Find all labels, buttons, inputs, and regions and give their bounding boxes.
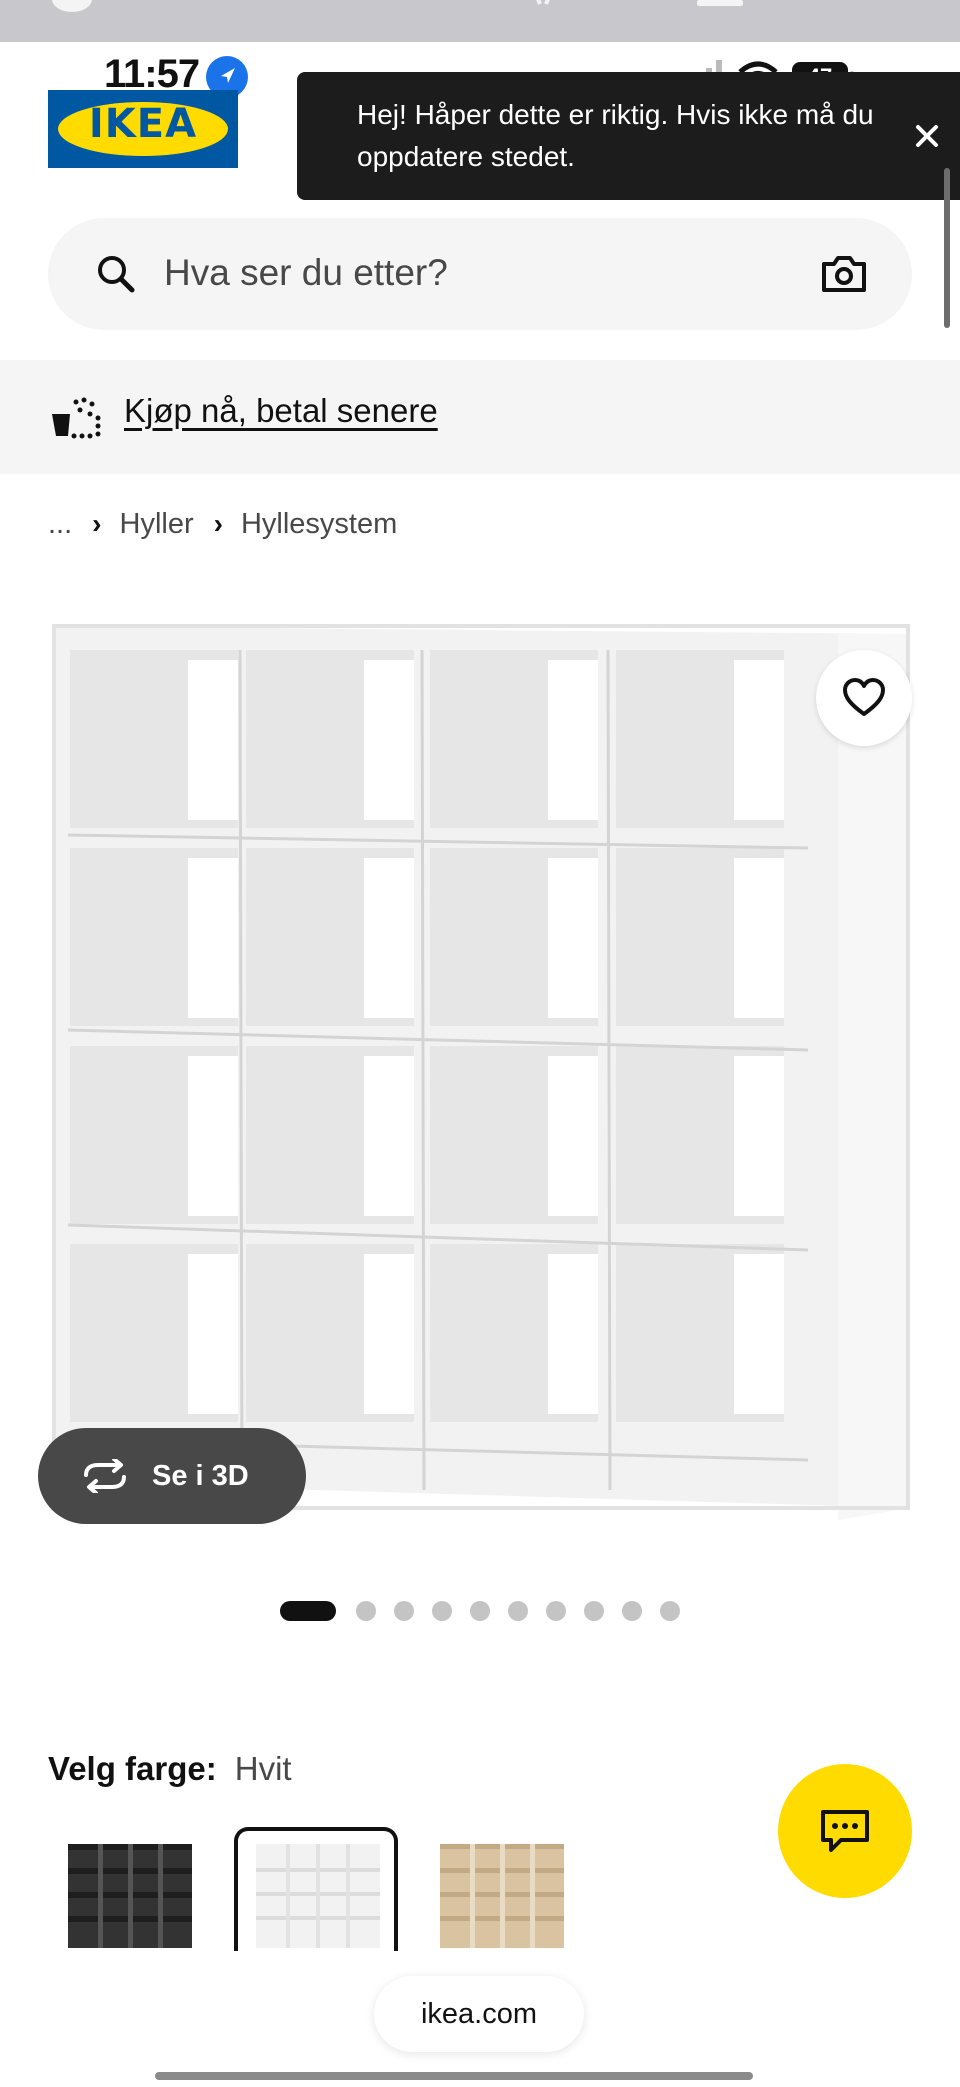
location-toast: Hej! Håper dette er riktig. Hvis ikke må… bbox=[297, 72, 960, 200]
carousel-dot[interactable] bbox=[432, 1601, 452, 1621]
rotate-3d-icon bbox=[84, 1459, 126, 1493]
view-3d-button[interactable]: Se i 3D bbox=[38, 1428, 306, 1524]
carousel-dot[interactable] bbox=[546, 1601, 566, 1621]
breadcrumb-hyllesystem[interactable]: Hyllesystem bbox=[241, 508, 397, 541]
browser-toolbar-strip bbox=[0, 0, 960, 42]
swatch-selected-frame bbox=[234, 1827, 398, 1951]
chevron-right-icon: › bbox=[92, 508, 102, 539]
heart-icon bbox=[843, 678, 885, 716]
swatch-black[interactable] bbox=[60, 1830, 226, 1948]
carousel-indicator bbox=[280, 1600, 698, 1622]
swatch-oak[interactable] bbox=[432, 1830, 598, 1948]
breadcrumb-hyller[interactable]: Hyller bbox=[120, 508, 194, 541]
camera-icon[interactable] bbox=[820, 250, 868, 298]
carousel-dot[interactable] bbox=[660, 1601, 680, 1621]
close-icon[interactable] bbox=[907, 116, 947, 156]
search-icon[interactable] bbox=[92, 250, 140, 298]
carousel-dot[interactable] bbox=[356, 1601, 376, 1621]
search-bar[interactable]: Hva ser du etter? bbox=[48, 218, 912, 330]
selected-color: Hvit bbox=[234, 1750, 292, 1787]
toast-message: Hej! Håper dette er riktig. Hvis ikke må… bbox=[357, 99, 874, 172]
carousel-dot[interactable] bbox=[584, 1601, 604, 1621]
payment-icon bbox=[52, 397, 101, 439]
carousel-dot[interactable] bbox=[394, 1601, 414, 1621]
scrollbar[interactable] bbox=[944, 168, 950, 328]
carousel-dot[interactable] bbox=[622, 1601, 642, 1621]
carousel-dot[interactable] bbox=[508, 1601, 528, 1621]
chat-icon bbox=[821, 1810, 869, 1852]
breadcrumb-ellipsis[interactable]: ... bbox=[48, 508, 72, 541]
carousel-dot-active[interactable] bbox=[280, 1601, 336, 1621]
breadcrumb: ... › Hyller › Hyllesystem bbox=[48, 504, 397, 544]
color-label: Velg farge: bbox=[48, 1750, 217, 1787]
browser-icon bbox=[52, 0, 92, 12]
home-indicator[interactable] bbox=[155, 2072, 753, 2080]
view-3d-label: Se i 3D bbox=[152, 1459, 249, 1492]
promo-banner[interactable]: Kjøp nå, betal senere bbox=[0, 360, 960, 474]
logo-text: IKEA bbox=[88, 101, 198, 147]
favourite-button[interactable] bbox=[816, 650, 912, 746]
chat-button[interactable] bbox=[778, 1764, 912, 1898]
browser-tabs-icon bbox=[536, 0, 550, 5]
browser-url-bar[interactable]: ikea.com bbox=[374, 1976, 584, 2052]
carousel-dot[interactable] bbox=[470, 1601, 490, 1621]
color-picker-heading: Velg farge: Hvit bbox=[48, 1750, 292, 1788]
chevron-right-icon: › bbox=[213, 508, 223, 539]
share-icon bbox=[697, 0, 743, 6]
ikea-logo[interactable]: IKEA bbox=[48, 90, 238, 168]
product-image[interactable] bbox=[48, 620, 912, 1540]
promo-link[interactable]: Kjøp nå, betal senere bbox=[124, 392, 438, 430]
search-input[interactable]: Hva ser du etter? bbox=[164, 252, 448, 294]
